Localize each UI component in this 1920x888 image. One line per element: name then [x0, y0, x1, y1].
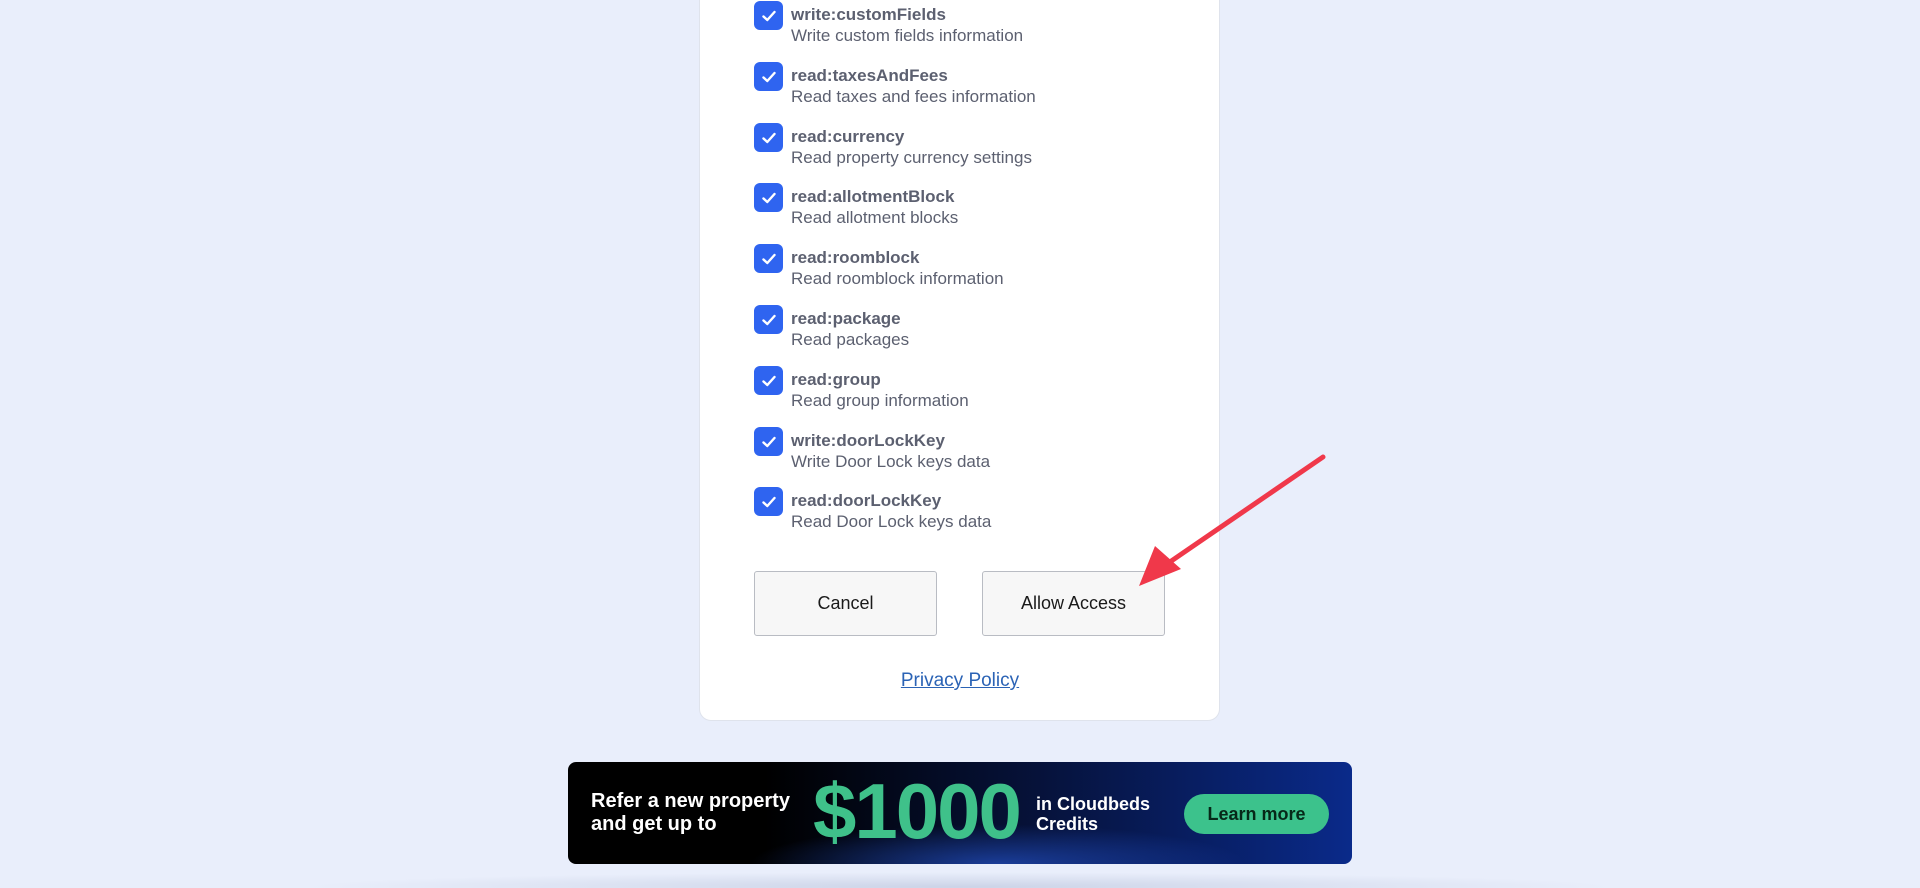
bottom-shadow	[300, 872, 1620, 888]
scope-name: write:customFields	[791, 5, 946, 24]
scope-name: read:taxesAndFees	[791, 66, 948, 85]
scope-description: Write Door Lock keys data	[791, 452, 991, 471]
scope-item: read:allotmentBlock Read allotment block…	[754, 183, 1174, 233]
scope-description: Read roomblock information	[791, 269, 1004, 288]
scope-description: Read group information	[791, 391, 969, 410]
checkmark-icon	[761, 253, 776, 264]
checkmark-icon	[761, 375, 776, 386]
scope-checkbox[interactable]	[754, 427, 783, 456]
scope-item: read:package Read packages	[754, 305, 1174, 355]
checkmark-icon	[761, 314, 776, 325]
allow-access-button[interactable]: Allow Access	[982, 571, 1165, 636]
scope-item: read:currency Read property currency set…	[754, 123, 1174, 173]
scope-item: write:customFields Write custom fields i…	[754, 1, 1174, 51]
scope-item: read:group Read group information	[754, 366, 1174, 416]
checkmark-icon	[761, 436, 776, 447]
checkmark-icon	[761, 132, 776, 143]
page: write:customFields Write custom fields i…	[0, 0, 1920, 888]
scope-checkbox[interactable]	[754, 244, 783, 273]
scope-description: Read Door Lock keys data	[791, 512, 992, 531]
scope-name: read:currency	[791, 127, 905, 146]
scope-description: Read allotment blocks	[791, 208, 959, 227]
referral-banner[interactable]: Refer a new property and get up to $1000…	[568, 762, 1352, 864]
scope-description: Read property currency settings	[791, 148, 1032, 167]
banner-credits-text: in Cloudbeds Credits	[1036, 794, 1150, 834]
scope-item: write:doorLockKey Write Door Lock keys d…	[754, 427, 1174, 477]
scope-name: read:allotmentBlock	[791, 187, 955, 206]
scope-description: Read packages	[791, 330, 910, 349]
checkmark-icon	[761, 10, 776, 21]
scope-name: read:group	[791, 370, 881, 389]
checkmark-icon	[761, 71, 776, 82]
scope-item: read:taxesAndFees Read taxes and fees in…	[754, 62, 1174, 112]
scope-checkbox[interactable]	[754, 487, 783, 516]
scope-checkbox[interactable]	[754, 305, 783, 334]
scope-description: Read taxes and fees information	[791, 87, 1036, 106]
scope-name: read:package	[791, 309, 901, 328]
scope-name: read:doorLockKey	[791, 491, 942, 510]
checkmark-icon	[761, 192, 776, 203]
scope-name: write:doorLockKey	[791, 431, 945, 450]
scope-checkbox[interactable]	[754, 1, 783, 30]
scope-checkbox[interactable]	[754, 62, 783, 91]
learn-more-button[interactable]: Learn more	[1184, 794, 1329, 834]
scope-name: read:roomblock	[791, 248, 920, 267]
scope-item: read:roomblock Read roomblock informatio…	[754, 244, 1174, 294]
scope-checkbox[interactable]	[754, 366, 783, 395]
cancel-button[interactable]: Cancel	[754, 571, 937, 636]
privacy-policy-link[interactable]: Privacy Policy	[901, 670, 1019, 691]
scope-checkbox[interactable]	[754, 183, 783, 212]
banner-left-text: Refer a new property and get up to	[591, 790, 790, 835]
privacy-policy-row: Privacy Policy	[0, 670, 1920, 692]
scope-checkbox[interactable]	[754, 123, 783, 152]
banner-amount: $1000	[813, 767, 1022, 855]
scope-item: read:doorLockKey Read Door Lock keys dat…	[754, 487, 1174, 537]
checkmark-icon	[761, 496, 776, 507]
scope-description: Write custom fields information	[791, 26, 1024, 45]
